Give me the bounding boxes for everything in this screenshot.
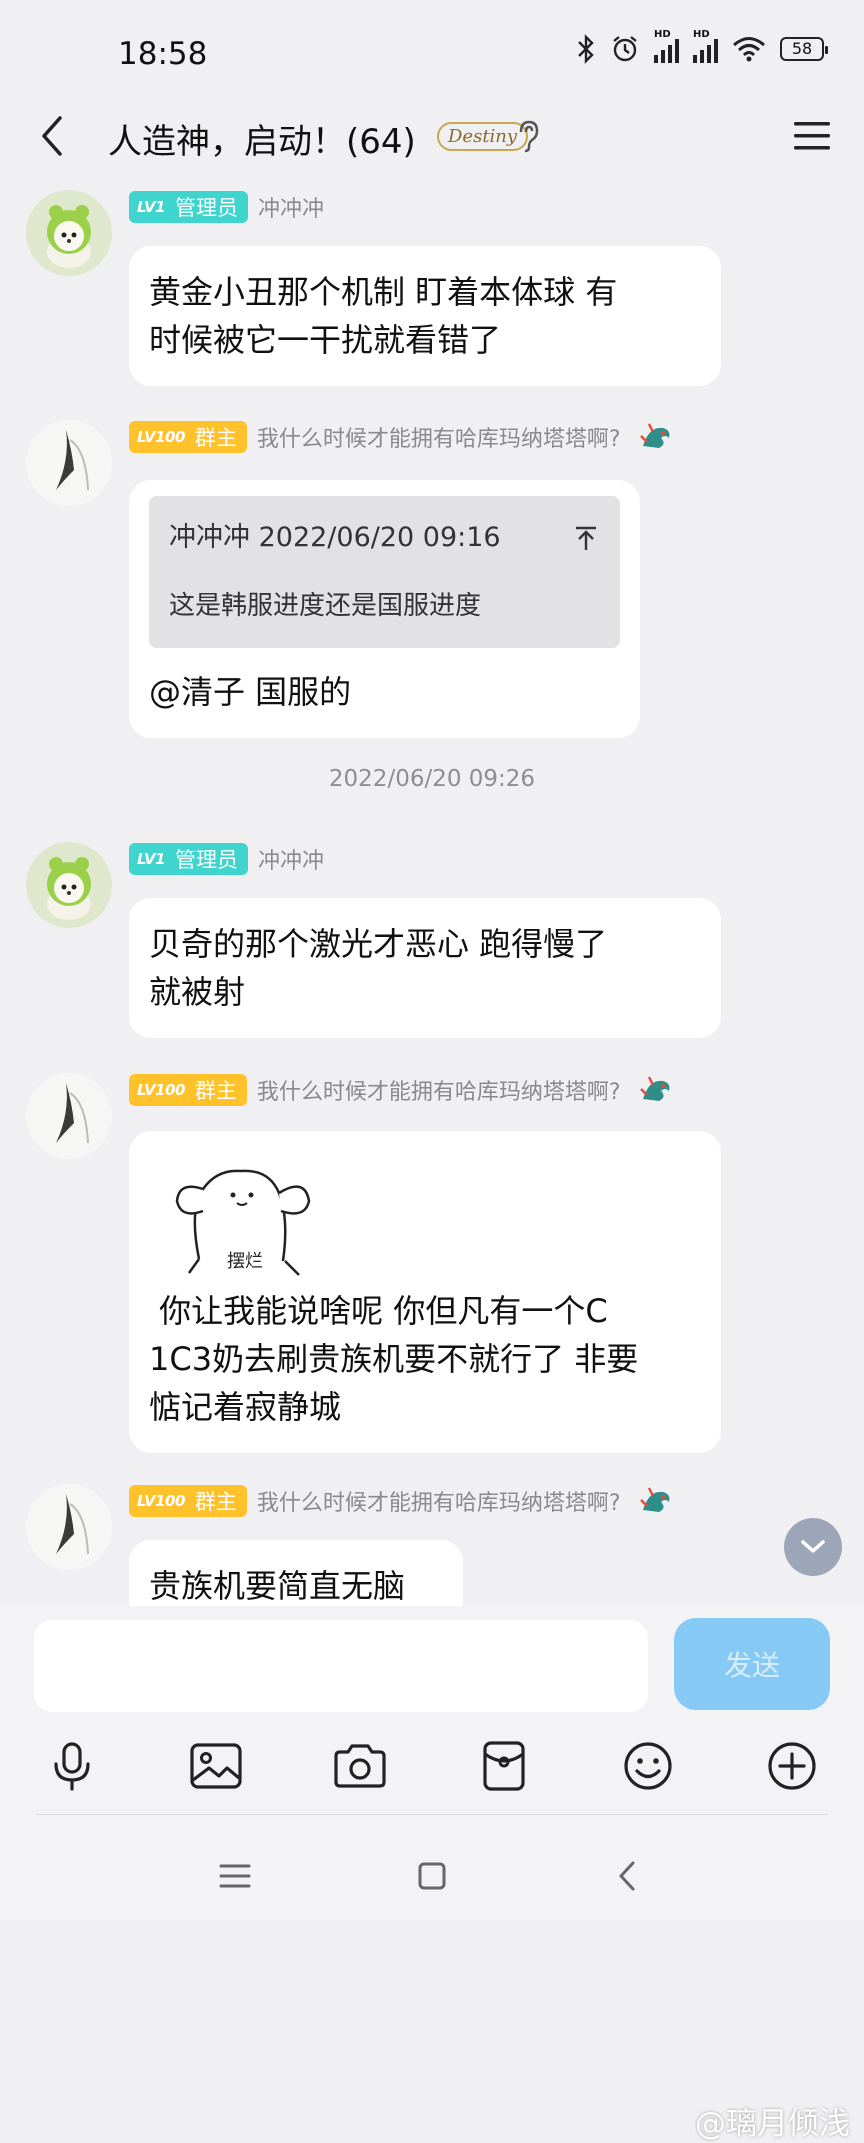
- message-meta: LV1 管理员 冲冲冲: [129, 190, 324, 224]
- message-meta: LV100 群主 我什么时候才能拥有哈库玛纳塔塔啊?: [129, 1073, 675, 1107]
- quote-body: 这是韩服进度还是国服进度: [169, 591, 482, 621]
- watermark: @璃月倾浅: [695, 2106, 850, 2142]
- level-badge: LV1 管理员: [129, 843, 249, 875]
- avatar[interactable]: [26, 420, 112, 506]
- message-bubble[interactable]: 贝奇的那个激光才恶心 跑得慢了 就被射: [129, 898, 721, 1038]
- level-badge: LV1 管理员: [129, 191, 249, 223]
- avatar[interactable]: [26, 1073, 112, 1159]
- back-arrow-icon[interactable]: [30, 112, 78, 160]
- dragon-title-icon: [639, 1076, 670, 1101]
- bluetooth-icon: [578, 34, 594, 64]
- sender-name[interactable]: 我什么时候才能拥有哈库玛纳塔塔啊?: [257, 1074, 621, 1106]
- message-bubble[interactable]: 黄金小丑那个机制 盯着本体球 有 时候被它一干扰就看错了: [129, 246, 721, 386]
- sticker-image[interactable]: 摆烂: [159, 1149, 329, 1279]
- avatar[interactable]: [26, 842, 112, 928]
- battery-icon: 58: [780, 37, 828, 61]
- signal-2-icon: HD: [693, 29, 718, 63]
- home-icon[interactable]: [410, 1854, 454, 1898]
- system-navigation-bar: @璃月倾浅: [0, 1832, 864, 2142]
- message-bubble[interactable]: 贵族机要简直无脑: [129, 1540, 463, 1606]
- plus-icon[interactable]: [762, 1736, 822, 1796]
- avatar[interactable]: [26, 1484, 112, 1570]
- divider: [36, 1814, 828, 1815]
- quote-header: 冲冲冲 2022/06/20 09:16: [169, 522, 501, 553]
- chevron-down-icon: [801, 1540, 825, 1553]
- camera-icon[interactable]: [330, 1736, 390, 1796]
- input-toolbar: [0, 1736, 864, 1816]
- message-bubble[interactable]: 冲冲冲 2022/06/20 09:16 这是韩服进度还是国服进度 @清子 国服…: [129, 480, 640, 738]
- level-badge: LV100 群主: [129, 1485, 247, 1517]
- sticker-caption: 摆烂: [227, 1251, 263, 1272]
- scroll-to-bottom-button[interactable]: [784, 1518, 842, 1576]
- wifi-icon: [733, 37, 765, 62]
- message-input[interactable]: [34, 1620, 648, 1712]
- status-icons: HD HD 58: [576, 29, 828, 64]
- recent-apps-icon[interactable]: [213, 1854, 257, 1898]
- sender-name[interactable]: 我什么时候才能拥有哈库玛纳塔塔啊?: [257, 421, 621, 453]
- jump-to-top-icon[interactable]: [572, 524, 600, 552]
- emoji-icon[interactable]: [618, 1736, 678, 1796]
- image-icon[interactable]: [186, 1736, 246, 1796]
- composer-area: 发送 @璃月倾浅: [0, 1606, 864, 2142]
- send-button[interactable]: 发送: [674, 1618, 830, 1710]
- microphone-icon[interactable]: [42, 1736, 102, 1796]
- dragon-title-icon: [639, 423, 670, 448]
- message-meta: LV100 群主 我什么时候才能拥有哈库玛纳塔塔啊?: [129, 1484, 675, 1518]
- message-meta: LV100 群主 我什么时候才能拥有哈库玛纳塔塔啊?: [129, 420, 675, 454]
- red-packet-icon[interactable]: [474, 1736, 534, 1796]
- chat-header: 人造神，启动！(64) Destiny: [0, 100, 864, 180]
- menu-icon[interactable]: [790, 116, 834, 156]
- status-bar: 18:58 HD HD 58: [0, 0, 864, 110]
- level-badge: LV100 群主: [129, 421, 247, 453]
- signal-1-icon: HD: [654, 29, 679, 63]
- back-nav-icon[interactable]: [606, 1854, 650, 1898]
- sender-name[interactable]: 冲冲冲: [258, 191, 324, 223]
- level-badge: LV100 群主: [129, 1074, 247, 1106]
- sender-name[interactable]: 冲冲冲: [258, 843, 324, 875]
- avatar[interactable]: [26, 190, 112, 276]
- chat-message: LV100 群主 我什么时候才能拥有哈库玛纳塔塔啊? 贵族机要简直无脑: [0, 1484, 864, 1606]
- alarm-icon: [613, 36, 637, 62]
- clock: 18:58: [118, 36, 208, 72]
- message-bubble[interactable]: 摆烂 你让我能说啥呢 你但凡有一个C 1C3奶去刷贵族机要不就行了 非要 惦记着…: [129, 1131, 721, 1453]
- sender-name[interactable]: 我什么时候才能拥有哈库玛纳塔塔啊?: [257, 1485, 621, 1517]
- dragon-title-icon: [639, 1487, 670, 1512]
- hearing-icon[interactable]: [515, 118, 543, 154]
- quoted-message[interactable]: 冲冲冲 2022/06/20 09:16 这是韩服进度还是国服进度: [149, 496, 620, 648]
- timestamp-divider: 2022/06/20 09:26: [328, 766, 536, 792]
- group-title: 人造神，启动！(64): [108, 122, 416, 162]
- message-meta: LV1 管理员 冲冲冲: [129, 842, 324, 876]
